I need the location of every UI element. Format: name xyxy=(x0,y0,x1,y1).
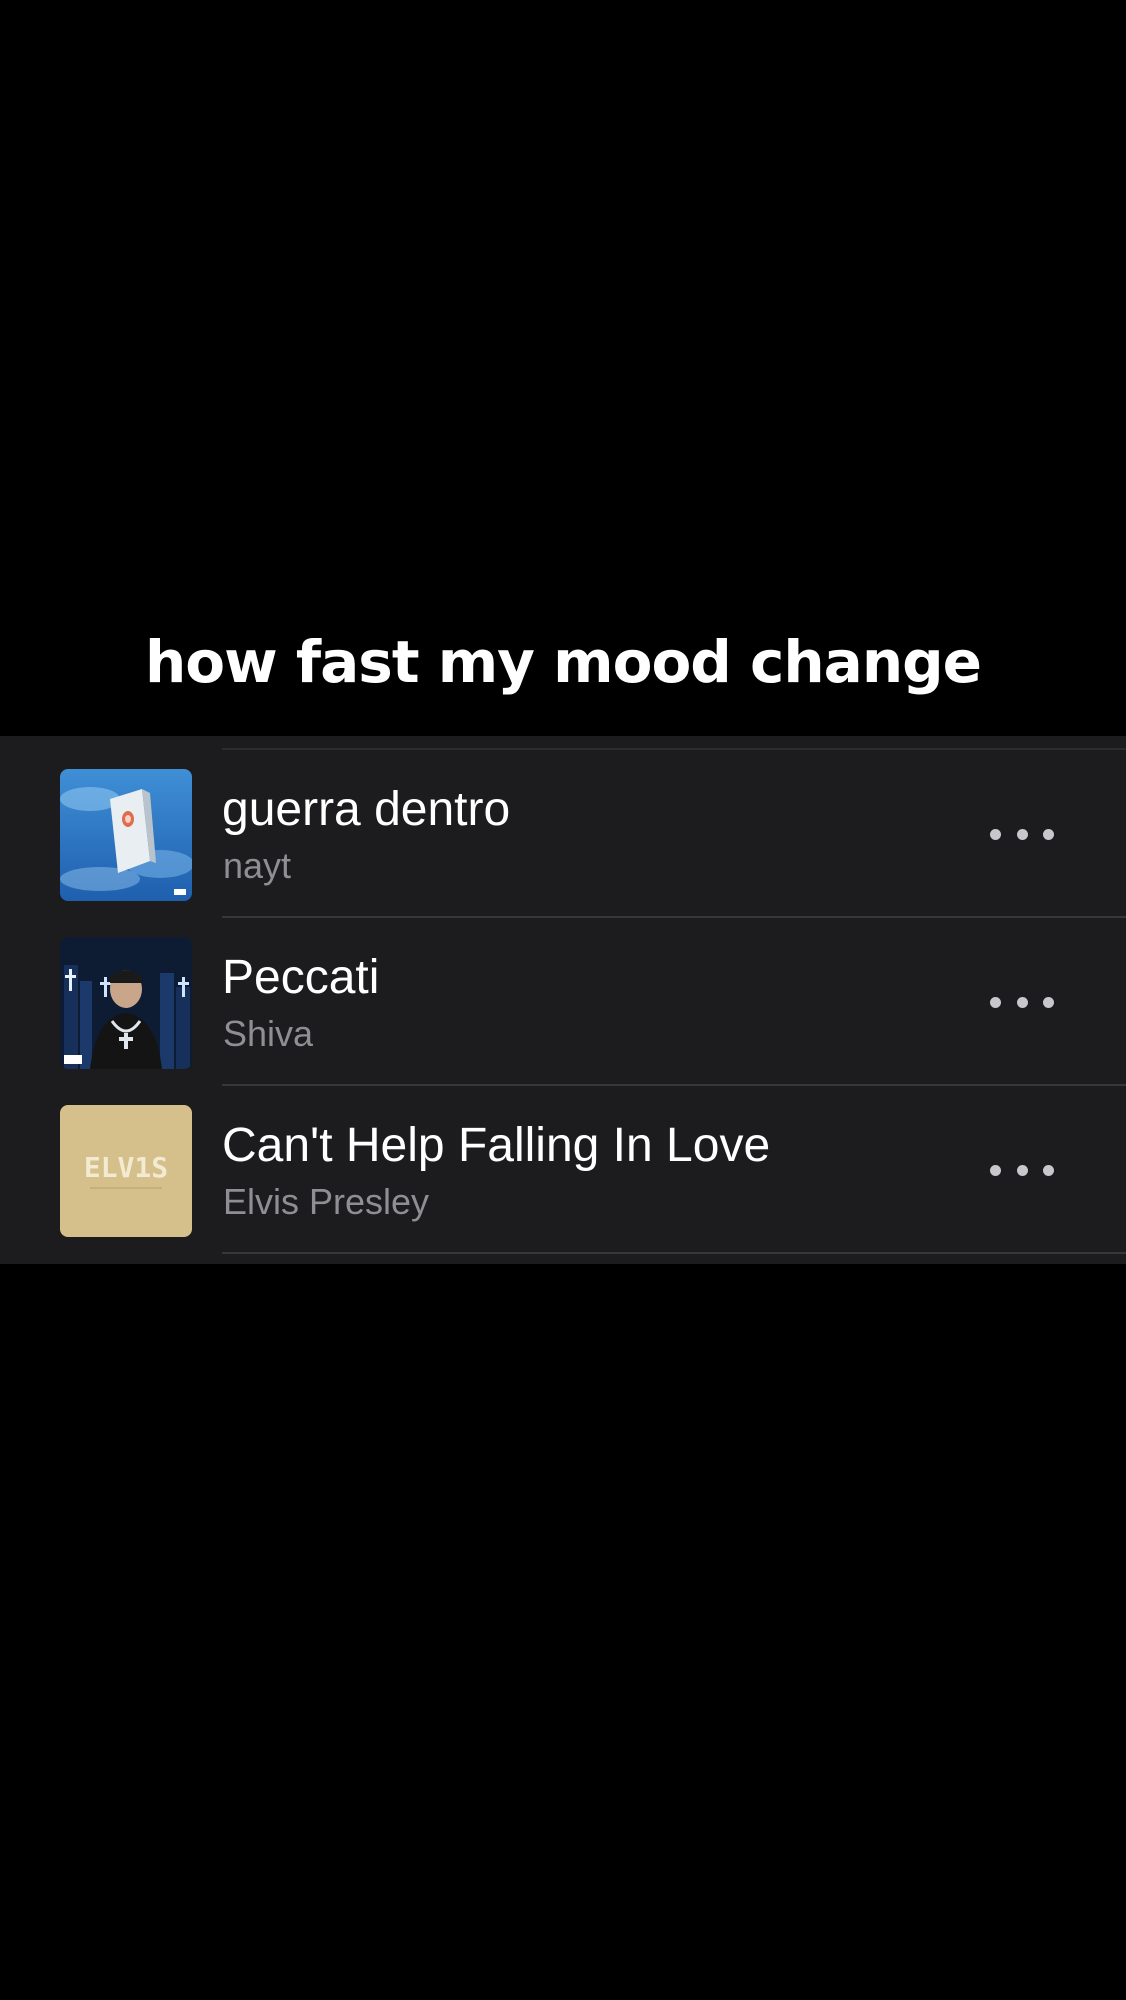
ellipsis-icon[interactable] xyxy=(990,980,1054,1024)
svg-text:ELV1S: ELV1S xyxy=(84,1151,168,1184)
song-row-guerra-dentro[interactable]: guerra dentro nayt xyxy=(0,750,1126,918)
album-artwork-peccati xyxy=(60,937,192,1069)
row-divider xyxy=(222,1252,1126,1254)
album-artwork-guerra-dentro xyxy=(60,769,192,901)
song-artist: Shiva xyxy=(223,1013,314,1054)
song-list: guerra dentro nayt Peccati Shiva ELV1S C… xyxy=(0,736,1126,1264)
ellipsis-icon[interactable] xyxy=(990,1148,1054,1192)
album-artwork-elvis: ELV1S xyxy=(60,1105,192,1237)
song-artist: Elvis Presley xyxy=(223,1181,430,1222)
song-title: guerra dentro xyxy=(222,783,511,836)
song-title: Peccati xyxy=(222,951,380,1004)
song-row-peccati[interactable]: Peccati Shiva xyxy=(0,918,1126,1086)
song-artist: nayt xyxy=(223,845,292,886)
ellipsis-icon[interactable] xyxy=(990,812,1054,856)
song-title: Can't Help Falling In Love xyxy=(222,1119,771,1172)
song-row-cant-help-falling-in-love[interactable]: ELV1S Can't Help Falling In Love Elvis P… xyxy=(0,1086,1126,1254)
video-caption: how fast my mood change xyxy=(145,628,982,696)
